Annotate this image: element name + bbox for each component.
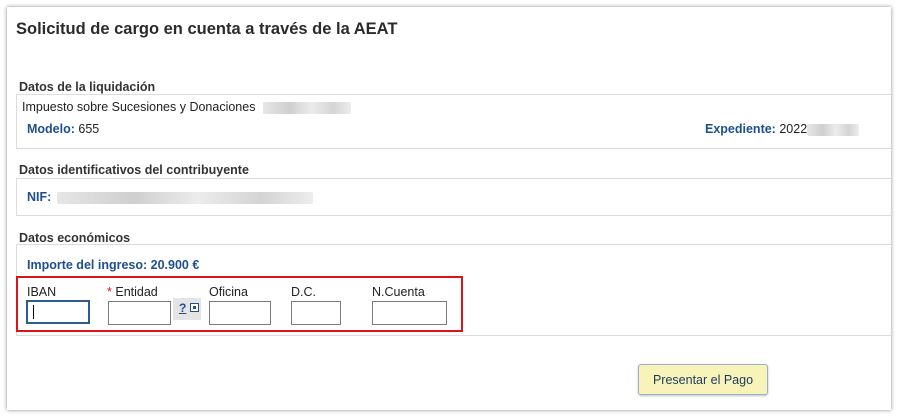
entidad-input[interactable]	[108, 301, 171, 325]
expediente-label: Expediente:	[705, 122, 776, 136]
modelo-label: Modelo:	[27, 122, 75, 136]
ncuenta-input[interactable]	[372, 301, 447, 325]
contribuyente-section-title: Datos identificativos del contribuyente	[19, 163, 249, 177]
importe-label: Importe del ingreso:	[27, 258, 148, 272]
iban-input[interactable]	[26, 300, 90, 324]
impuesto-name: Impuesto sobre Sucesiones y Donaciones	[22, 100, 256, 114]
dc-input[interactable]	[291, 301, 341, 325]
importe-row: Importe del ingreso: 20.900 €	[27, 258, 199, 272]
modelo-value: 655	[78, 122, 100, 136]
ncuenta-label: N.Cuenta	[372, 285, 425, 299]
nif-label: NIF:	[27, 190, 52, 204]
impuesto-text: Impuesto sobre Sucesiones y Donaciones	[22, 100, 351, 114]
oficina-label: Oficina	[209, 285, 248, 299]
importe-value: 20.900 €	[150, 258, 200, 272]
help-question-mark: ?	[179, 301, 187, 315]
page-title: Solicitud de cargo en cuenta a través de…	[16, 20, 398, 38]
required-marker: *	[107, 285, 112, 299]
presentar-pago-button[interactable]: Presentar el Pago	[638, 364, 768, 395]
modelo-row: Modelo: 655	[27, 122, 99, 136]
redacted-impuesto-detail	[262, 101, 351, 114]
expediente-value: 2022	[779, 122, 808, 136]
redacted-nif	[56, 191, 313, 204]
nif-row: NIF:	[27, 190, 313, 204]
iban-label: IBAN	[27, 285, 57, 299]
dc-label: D.C.	[291, 285, 316, 299]
expediente-row: Expediente: 2022	[705, 122, 860, 136]
text-caret	[33, 305, 34, 319]
redacted-expediente	[807, 123, 860, 136]
entidad-help-button[interactable]: ?	[173, 298, 201, 320]
entidad-label-row: * Entidad	[107, 285, 158, 299]
liquidacion-section-title: Datos de la liquidación	[19, 80, 156, 94]
economicos-section-title: Datos económicos	[19, 231, 131, 245]
external-link-icon	[190, 303, 199, 312]
entidad-label: Entidad	[115, 285, 158, 299]
oficina-input[interactable]	[209, 301, 271, 325]
payment-request-panel: Solicitud de cargo en cuenta a través de…	[7, 7, 891, 410]
